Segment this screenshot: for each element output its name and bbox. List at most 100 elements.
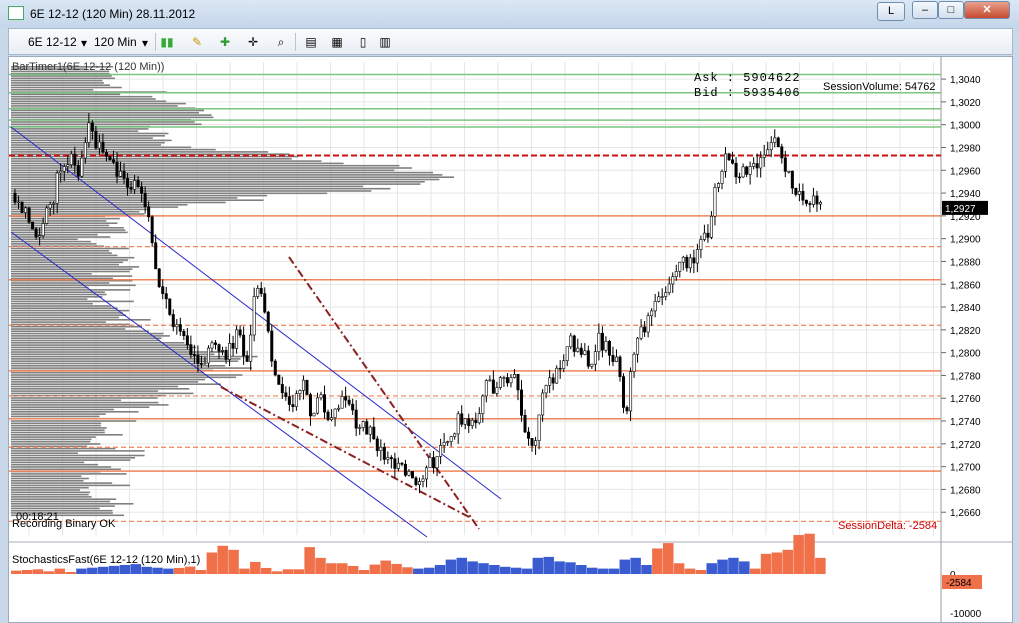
candle-body [143,192,147,207]
candle-body [59,170,63,174]
volume-profile-bar [11,247,129,250]
chevron-down-icon[interactable]: ▾ [137,35,153,51]
volume-profile-bar [11,507,100,510]
price-tick-label: 1,2840 [950,303,981,314]
maximize-button[interactable]: □ [938,1,964,19]
close-button[interactable]: ✕ [964,1,1010,19]
stochastics-bar [304,547,315,574]
candle-body [270,330,274,362]
candle-body [544,385,548,394]
data-box-icon[interactable]: ▤ [303,34,319,50]
stochastics-bar [119,565,131,574]
price-tick-label: 1,3000 [950,121,981,132]
candle-body [425,467,429,480]
instrument-selector[interactable]: 6E 12-12 [28,35,77,49]
candle-body [330,417,334,420]
volume-profile-bar [11,183,421,185]
stochastics-bar [347,565,359,574]
stochastics-bar [239,568,250,574]
strategy-icon[interactable]: ▯ [355,34,371,50]
candle-body [818,202,822,205]
candle-body [790,170,794,189]
candle-body [720,171,724,184]
volume-profile-bar [11,491,91,494]
title-bar: 6E 12-12 (120 Min) 28.11.2012 L – □ ✕ [0,0,1019,28]
crosshair-icon[interactable]: ✛ [245,34,261,50]
link-button[interactable]: L [877,2,905,21]
volume-profile-bar [11,86,122,89]
candle-body [157,268,161,288]
volume-profile-bar [11,374,243,376]
volume-profile-bar [11,360,239,362]
volume-profile-bar [11,498,117,500]
candle-body [34,228,38,238]
volume-profile-bar [11,231,128,234]
stochastics-bar [597,568,609,574]
candle-body [629,371,633,412]
volume-profile-bar [11,450,145,452]
stochastics-bar [250,561,261,574]
chevron-down-icon[interactable]: ▾ [76,35,92,51]
panels-icon[interactable]: ▥ [377,34,393,50]
candle-body [249,334,253,362]
volume-profile-bar [11,321,107,323]
candle-body [685,256,689,269]
stochastics-bar [728,557,739,574]
volume-profile-bar [11,229,126,231]
volume-profile-bar [11,185,363,188]
volume-profile-bar [11,473,127,475]
interval-selector[interactable]: 120 Min [94,35,137,49]
volume-profile-bar [11,342,185,344]
candle-body [632,353,636,372]
candle-body [284,392,288,397]
candle-body [565,346,569,362]
candle-body [724,153,728,172]
stochastics-bar [467,561,478,574]
minimize-button[interactable]: – [912,1,938,19]
volume-profile-bar [11,339,161,342]
stochastics-bar [87,567,98,574]
volume-profile-bar [11,411,139,413]
candle-body [797,191,801,195]
chart-properties-icon[interactable]: ▦ [329,34,345,50]
candle-body [375,438,379,451]
volume-profile-bar [11,282,110,284]
candle-body [24,207,28,213]
candle-body [136,180,140,188]
volume-profile-bar [11,330,149,333]
volume-profile-bar [11,482,113,484]
zoom-icon[interactable]: ⌕ [273,34,289,50]
volume-profile-bar [11,123,202,126]
candle-body [488,379,492,382]
volume-profile-bar [11,443,101,445]
candle-body [650,310,654,317]
candle-body [636,337,640,355]
volume-profile-bar [11,109,205,112]
candle-body [414,477,418,486]
volume-profile-bar [11,291,105,293]
volume-profile-bar [11,174,443,176]
chart-area[interactable]: 1,3040 1,3020 1,3000 1,2980 1,2960 1,2940 1,29… [8,56,1013,623]
candle-body [389,457,393,460]
wedge-line-lower [220,386,470,518]
candle-body [597,332,601,352]
volume-profile-bar [11,236,111,238]
candle-body [266,311,270,332]
candle-body [259,288,263,294]
drawing-tool-icon[interactable]: ✚ [217,34,233,50]
candle-body [175,324,179,328]
volume-profile-bar [11,475,82,477]
pen-icon[interactable]: ✎ [189,34,205,50]
candle-body [681,256,685,263]
volume-profile-bar [11,227,124,229]
volume-profile-bar [11,261,124,264]
volume-profile-bar [11,316,120,319]
stochastics-bar [673,563,685,574]
price-chart-svg[interactable]: 1,3040 1,3020 1,3000 1,2980 1,2960 1,2940 1,29… [9,57,1012,622]
stochastics-bar [11,570,22,574]
volume-profile-bar [11,305,111,307]
bar-style-icon[interactable]: ▮▮ [159,34,175,50]
volume-profile-bar [11,273,92,275]
candle-body [534,440,538,446]
volume-profile-bar [11,378,206,381]
